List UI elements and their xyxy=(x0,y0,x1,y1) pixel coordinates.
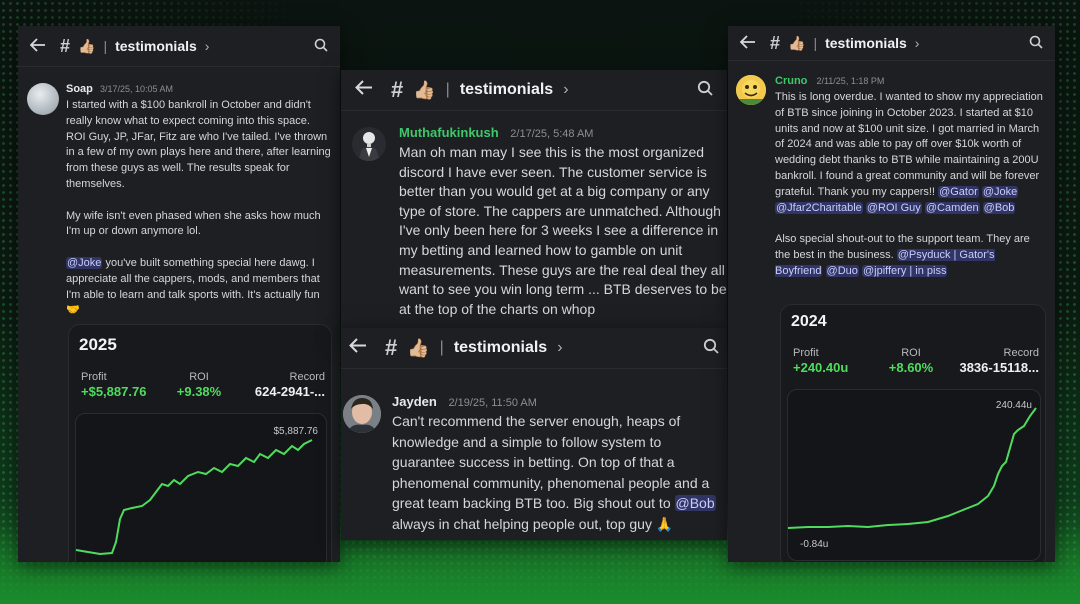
panel-muthafukinkush: # 👍🏼 | testimonials › Muthafukinkush 2/1… xyxy=(341,70,727,340)
hash-icon: # xyxy=(770,32,781,53)
profit-line xyxy=(788,407,1037,529)
hash-icon: # xyxy=(391,77,404,102)
back-arrow-icon[interactable] xyxy=(739,34,756,52)
separator: | xyxy=(103,38,108,54)
timestamp: 3/17/25, 10:05 AM xyxy=(99,84,174,94)
mention-link[interactable]: @jpiffery | in piss xyxy=(861,264,948,277)
message-text: Can't recommend the server enough, heaps… xyxy=(392,411,726,534)
search-icon[interactable] xyxy=(697,80,713,101)
search-icon[interactable] xyxy=(703,338,719,359)
profit-line-svg xyxy=(76,439,313,556)
channel-name[interactable]: testimonials xyxy=(825,35,907,51)
profit-label: Profit xyxy=(81,371,107,383)
profit-chart: 240.44u -0.84u xyxy=(787,389,1041,561)
timestamp: 2/11/25, 1:18 PM xyxy=(816,76,885,86)
roi-label: ROI xyxy=(189,371,209,383)
hash-icon: # xyxy=(385,335,398,360)
message-paragraph: This is long overdue. I wanted to show m… xyxy=(775,90,1045,216)
chevron-right-icon[interactable]: › xyxy=(557,339,562,357)
profit-value: +240.40u xyxy=(793,360,849,375)
mention-link[interactable]: @Bob xyxy=(982,201,1016,214)
thumbs-up-icon: 👍🏼 xyxy=(413,79,436,100)
mention-link[interactable]: @Duo xyxy=(825,264,859,277)
message-text-part: Can't recommend the server enough, heaps… xyxy=(392,413,710,511)
separator: | xyxy=(813,35,818,51)
profit-label: Profit xyxy=(793,347,819,359)
roi-value: +8.60% xyxy=(888,360,934,375)
message-text: Man oh man may I see this is the most or… xyxy=(399,144,727,317)
author-name[interactable]: Muthafukinkush xyxy=(399,125,499,140)
chevron-right-icon[interactable]: › xyxy=(915,35,920,51)
avatar[interactable] xyxy=(352,127,386,161)
record-label: Record xyxy=(1003,347,1039,359)
channel-header: # 👍🏼 | testimonials › xyxy=(341,328,727,369)
record-label: Record xyxy=(289,371,325,383)
stats-card-2025: 2025 Profit +$5,887.76 ROI +9.38% Record… xyxy=(68,324,332,562)
profit-chart: $5,887.76 xyxy=(75,413,327,562)
message-paragraph: @Joke you've built something special her… xyxy=(66,256,332,319)
chevron-right-icon[interactable]: › xyxy=(205,38,210,54)
stats-card-2024: 2024 Profit +240.40u ROI +8.60% Record 3… xyxy=(780,304,1046,562)
back-arrow-icon[interactable] xyxy=(349,338,367,358)
roi-value: +9.38% xyxy=(176,384,222,399)
mention-link[interactable]: @Gator xyxy=(938,185,979,198)
thumbs-up-icon: 👍🏼 xyxy=(78,37,96,54)
channel-header: # 👍🏼 | testimonials › xyxy=(728,26,1055,61)
author-name[interactable]: Jayden xyxy=(392,394,437,409)
card-year: 2025 xyxy=(79,335,117,354)
mention-link[interactable]: @Jfar2Charitable xyxy=(775,201,863,214)
channel-name[interactable]: testimonials xyxy=(460,81,553,99)
mention-link[interactable]: @Camden xyxy=(924,201,980,214)
mention-link[interactable]: @Bob xyxy=(674,495,716,511)
message-paragraph: My wife isn't even phased when she asks … xyxy=(66,209,321,238)
roi-label: ROI xyxy=(901,347,921,359)
author-name[interactable]: Cruno xyxy=(775,75,807,87)
card-year: 2024 xyxy=(791,313,827,330)
profit-line-svg xyxy=(788,407,1037,529)
profit-line xyxy=(76,439,313,556)
search-icon[interactable] xyxy=(314,38,328,55)
message-text: I started with a $100 bankroll in Octobe… xyxy=(66,98,332,319)
record-value: 624-2941-... xyxy=(254,384,325,399)
channel-header: # 👍🏼 | testimonials › xyxy=(341,70,727,111)
thumbs-up-icon: 👍🏼 xyxy=(788,34,806,51)
avatar[interactable] xyxy=(736,75,766,105)
thumbs-up-icon: 👍🏼 xyxy=(407,337,430,358)
separator: | xyxy=(439,339,444,356)
panel-cruno: # 👍🏼 | testimonials › Cruno 2/11/25, 1:1… xyxy=(728,26,1055,562)
separator: | xyxy=(445,81,450,98)
profit-value: +$5,887.76 xyxy=(81,384,147,399)
channel-name[interactable]: testimonials xyxy=(115,38,197,54)
timestamp: 2/17/25, 5:48 AM xyxy=(510,128,594,140)
mention-link[interactable]: @ROI Guy xyxy=(865,201,922,214)
panel-jayden: # 👍🏼 | testimonials › Jayden 2/19/25, 11… xyxy=(341,328,727,540)
message-paragraph: I started with a $100 bankroll in Octobe… xyxy=(66,99,331,190)
record-value: 3836-15118... xyxy=(959,360,1039,375)
search-icon[interactable] xyxy=(1029,35,1043,52)
timestamp: 2/19/25, 11:50 AM xyxy=(448,397,537,409)
author-name[interactable]: Soap xyxy=(66,83,93,95)
message-paragraph-text: This is long overdue. I wanted to show m… xyxy=(775,91,1043,198)
channel-name[interactable]: testimonials xyxy=(454,339,547,357)
avatar[interactable] xyxy=(343,395,381,433)
back-arrow-icon[interactable] xyxy=(29,37,46,55)
chevron-right-icon[interactable]: › xyxy=(563,81,568,99)
message-text: This is long overdue. I wanted to show m… xyxy=(775,90,1045,280)
channel-header: # 👍🏼 | testimonials › xyxy=(18,26,340,67)
mention-link[interactable]: @Joke xyxy=(66,256,103,269)
message-paragraph: Also special shout-out to the support te… xyxy=(775,232,1045,279)
message-text-part: always in chat helping people out, top g… xyxy=(392,515,674,532)
message-paragraph-text: you've built something special here dawg… xyxy=(66,256,320,317)
avatar[interactable] xyxy=(27,83,59,115)
mention-link[interactable]: @Joke xyxy=(981,185,1019,198)
hash-icon: # xyxy=(60,35,71,56)
panel-soap: # 👍🏼 | testimonials › Soap 3/17/25, 10:0… xyxy=(18,26,340,562)
back-arrow-icon[interactable] xyxy=(355,80,373,100)
